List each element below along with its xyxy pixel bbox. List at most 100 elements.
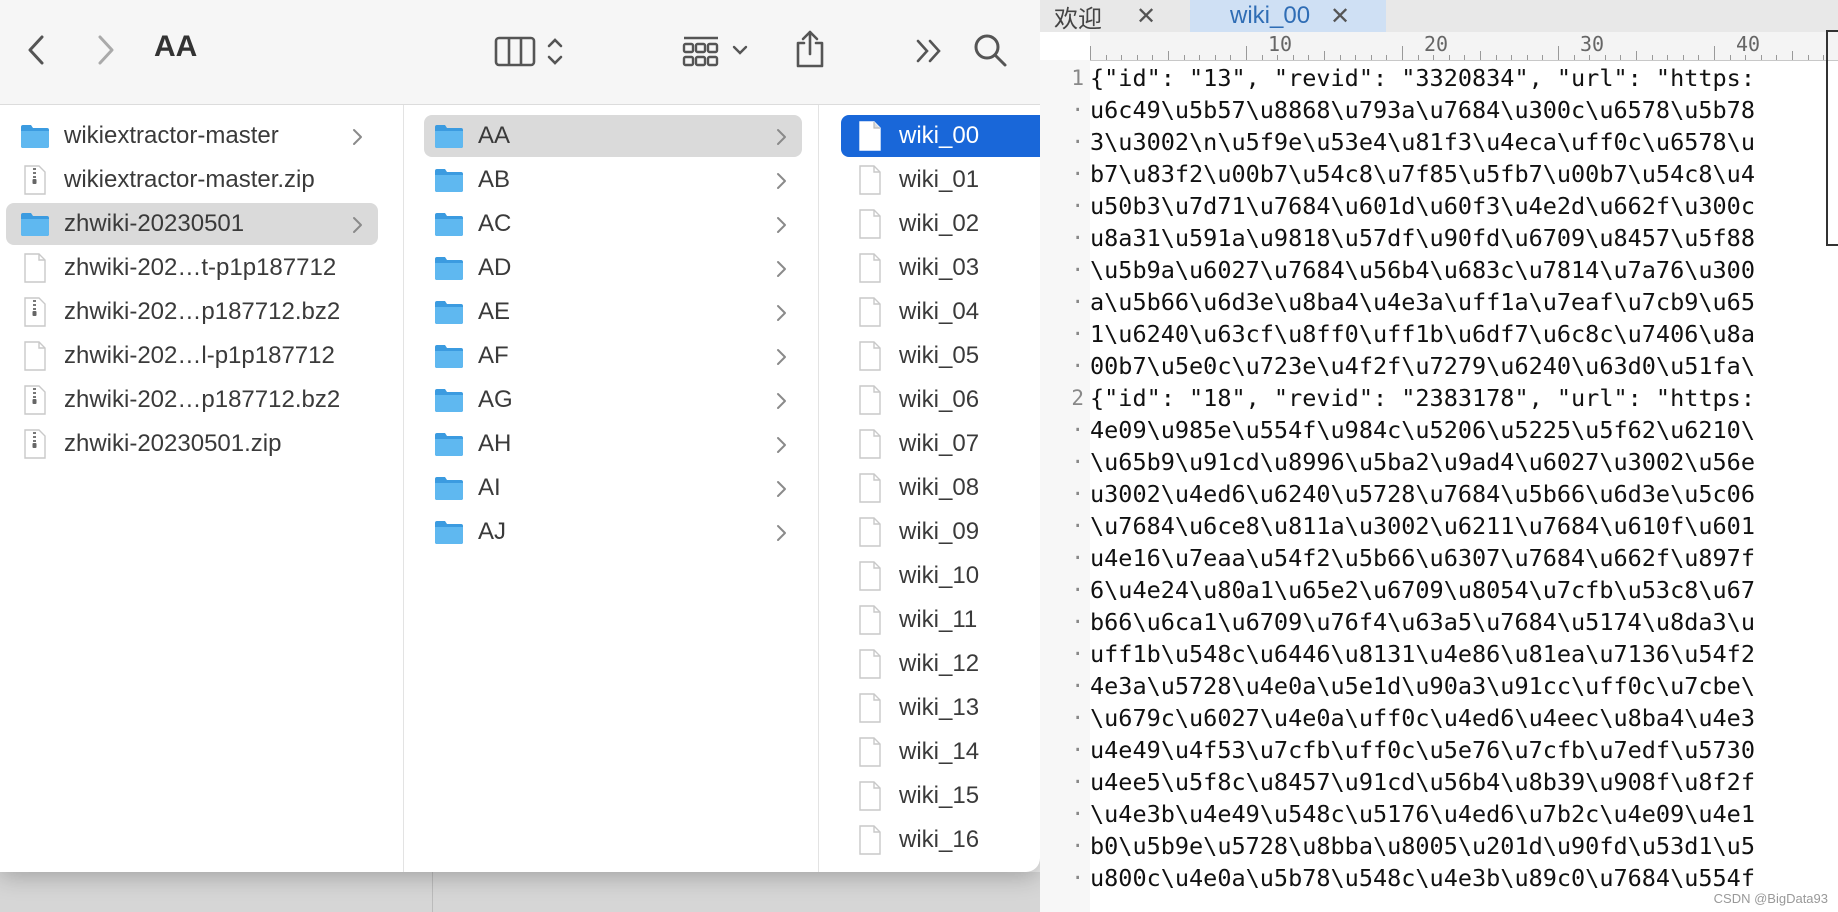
file-item[interactable]: zhwiki-202…l-p1p187712	[6, 335, 378, 377]
text-content[interactable]: {"id": "13", "revid": "3320834", "url": …	[1090, 62, 1832, 912]
file-item[interactable]: wiki_07	[841, 423, 1040, 465]
group-icon[interactable]	[682, 32, 754, 70]
ruler-tick	[1339, 55, 1341, 60]
search-icon[interactable]	[970, 30, 1010, 70]
file-item[interactable]: wiki_02	[841, 203, 1040, 245]
folder-item[interactable]: AF	[424, 335, 802, 377]
close-icon[interactable]: ✕	[1330, 2, 1350, 31]
file-item[interactable]: wiki_12	[841, 643, 1040, 685]
forward-icon[interactable]	[88, 32, 124, 68]
item-label: AF	[478, 342, 509, 369]
folder-item[interactable]: AB	[424, 159, 802, 201]
item-label: wiki_10	[899, 562, 980, 589]
ruler-mark: 40	[1736, 32, 1761, 56]
ruler-tick	[1168, 51, 1169, 60]
file-item[interactable]: zhwiki-202…p187712.bz2	[6, 291, 378, 333]
folder-item[interactable]: AA	[424, 115, 802, 157]
ruler-tick	[1542, 55, 1544, 60]
document-icon	[855, 649, 885, 679]
item-label: AE	[478, 298, 511, 325]
share-icon[interactable]	[792, 28, 828, 70]
wrap-marker: ·	[1071, 418, 1084, 442]
folder-item[interactable]: wikiextractor-master	[6, 115, 378, 157]
file-item[interactable]: wiki_00	[841, 115, 1040, 157]
folder-icon	[20, 121, 50, 151]
ruler-tick	[1183, 55, 1185, 60]
file-item[interactable]: wiki_14	[841, 731, 1040, 773]
file-item[interactable]: wiki_03	[841, 247, 1040, 289]
item-label: AB	[478, 166, 511, 193]
folder-icon	[434, 297, 464, 327]
more-icon[interactable]	[912, 34, 946, 68]
item-label: AI	[478, 474, 501, 501]
finder-window: AA wikiextractor-master wikiextractor-ma…	[0, 0, 1040, 872]
chevron-right-icon	[352, 214, 364, 242]
folder-icon	[434, 473, 464, 503]
text-line: uff1b\u548c\u6446\u8131\u4e86\u81ea\u713…	[1090, 640, 1755, 668]
tab-label: wiki_00	[1230, 2, 1311, 29]
folder-item[interactable]: AC	[424, 203, 802, 245]
item-label: zhwiki-20230501	[64, 210, 245, 237]
item-label: wiki_11	[899, 606, 978, 633]
folder-item[interactable]: AJ	[424, 511, 802, 553]
ruler-tick	[1698, 55, 1700, 60]
file-item[interactable]: wiki_08	[841, 467, 1040, 509]
wrap-marker: ·	[1071, 354, 1084, 378]
tab-wiki-00[interactable]: wiki_00 ✕	[1190, 0, 1386, 32]
item-label: wiki_03	[899, 254, 980, 281]
ruler-tick	[1370, 55, 1372, 60]
file-item[interactable]: wikiextractor-master.zip	[6, 159, 378, 201]
document-icon	[855, 605, 885, 635]
document-icon	[855, 781, 885, 811]
item-label: wikiextractor-master	[64, 122, 279, 149]
item-label: wiki_08	[899, 474, 980, 501]
chevron-right-icon	[776, 390, 788, 418]
ruler-tick	[1261, 55, 1263, 60]
tab-welcome[interactable]: 欢迎 ✕	[1054, 0, 1186, 33]
file-item[interactable]: zhwiki-202…t-p1p187712	[6, 247, 378, 289]
folder-item[interactable]: AH	[424, 423, 802, 465]
file-item[interactable]: zhwiki-202…p187712.bz2	[6, 379, 378, 421]
text-line: 4e3a\u5728\u4e0a\u5e1d\u90a3\u91cc\uff0c…	[1090, 672, 1755, 700]
file-item[interactable]: zhwiki-20230501.zip	[6, 423, 378, 465]
folder-item[interactable]: AD	[424, 247, 802, 289]
file-item[interactable]: wiki_16	[841, 819, 1040, 861]
scrollbar[interactable]	[1826, 30, 1838, 246]
wrap-marker: ·	[1071, 98, 1084, 122]
desktop-backdrop	[0, 872, 1040, 912]
file-item[interactable]: wiki_06	[841, 379, 1040, 421]
folder-item[interactable]: AG	[424, 379, 802, 421]
file-item[interactable]: wiki_01	[841, 159, 1040, 201]
file-item[interactable]: wiki_10	[841, 555, 1040, 597]
close-icon[interactable]: ✕	[1136, 2, 1156, 31]
folder-item[interactable]: AE	[424, 291, 802, 333]
text-line: u50b3\u7d71\u7684\u601d\u60f3\u4e2d\u662…	[1090, 192, 1755, 220]
document-icon	[855, 165, 885, 195]
item-label: wiki_12	[899, 650, 980, 677]
file-item[interactable]: wiki_15	[841, 775, 1040, 817]
item-label: AG	[478, 386, 513, 413]
folder-item[interactable]: zhwiki-20230501	[6, 203, 378, 245]
line-number: 1	[1071, 66, 1084, 90]
ruler-tick	[1464, 55, 1466, 60]
item-label: zhwiki-202…p187712.bz2	[64, 386, 341, 413]
file-item[interactable]: wiki_05	[841, 335, 1040, 377]
chevron-right-icon	[776, 258, 788, 286]
folder-item[interactable]: AI	[424, 467, 802, 509]
text-line: u8a31\u591a\u9818\u57df\u90fd\u6709\u845…	[1090, 224, 1755, 252]
ruler-mark: 30	[1580, 32, 1605, 56]
ruler-tick	[1136, 55, 1138, 60]
text-line: 00b7\u5e0c\u723e\u4f2f\u7279\u6240\u63d0…	[1090, 352, 1755, 380]
file-item[interactable]: wiki_13	[841, 687, 1040, 729]
ruler-tick	[1636, 51, 1637, 60]
wrap-marker: ·	[1071, 162, 1084, 186]
wrap-marker: ·	[1071, 258, 1084, 282]
text-line: b66\u6ca1\u6709\u76f4\u63a5\u7684\u5174\…	[1090, 608, 1755, 636]
item-label: wiki_02	[899, 210, 980, 237]
back-icon[interactable]	[18, 32, 54, 68]
folder-icon	[434, 209, 464, 239]
file-item[interactable]: wiki_09	[841, 511, 1040, 553]
column-view-icon[interactable]	[494, 32, 574, 70]
file-item[interactable]: wiki_11	[841, 599, 1040, 641]
file-item[interactable]: wiki_04	[841, 291, 1040, 333]
